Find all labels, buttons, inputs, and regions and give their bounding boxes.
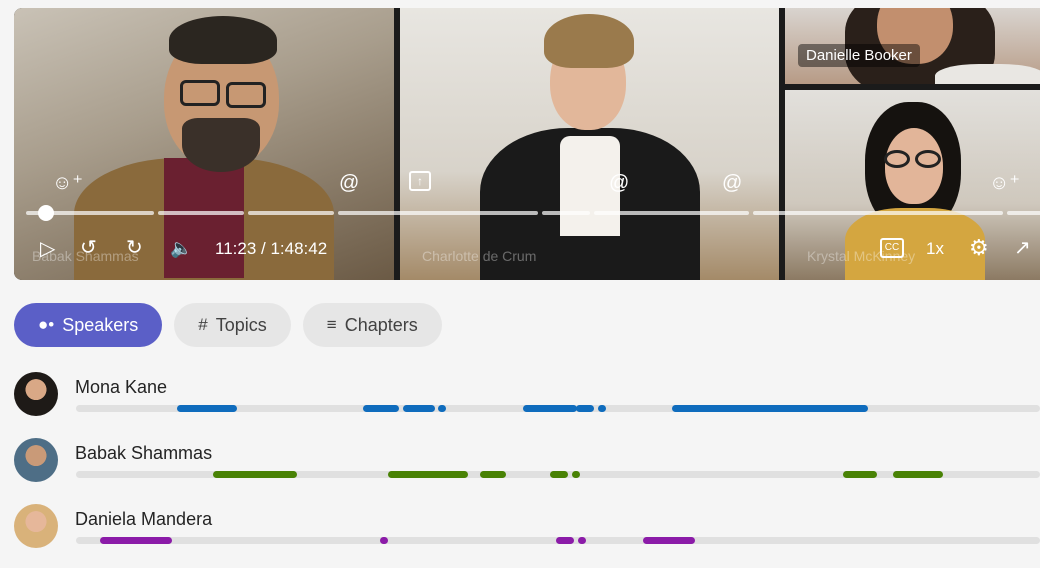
avatar [14, 438, 58, 482]
speaker-timeline[interactable] [76, 405, 1040, 412]
fullscreen-icon[interactable]: ↗ [1014, 238, 1031, 258]
play-icon[interactable]: ▷ [40, 239, 55, 259]
list-icon: ≡ [326, 315, 337, 334]
speaker-name: Mona Kane [75, 377, 168, 397]
playback-time: 11:23 / 1:48:42 [215, 239, 328, 258]
tab-label: Speakers [62, 314, 139, 335]
participant-name-label: Danielle Booker [798, 44, 920, 67]
playback-speed[interactable]: 1x [926, 240, 944, 257]
people-icon: ●• [38, 315, 55, 334]
mention-marker-icon[interactable]: @ [722, 173, 742, 193]
mention-marker-icon[interactable]: @ [339, 173, 359, 193]
tab-label: Chapters [344, 314, 418, 335]
captions-icon[interactable]: CC [880, 238, 904, 258]
tab-topics[interactable]: # Topics [174, 303, 291, 347]
speaker-row-babak[interactable]: Babak Shammas [14, 436, 1040, 502]
player-controls: ▷ ↺ ↻ 🔈 11:23 / 1:48:42 CC 1x ⚙ ↗ [14, 234, 1040, 264]
settings-icon[interactable]: ⚙ [969, 237, 989, 259]
add-person-icon[interactable]: ☺⁺ [989, 173, 1020, 193]
speaker-row-daniela[interactable]: Daniela Mandera [14, 502, 1040, 568]
video-tile-danielle: Danielle Booker [785, 8, 1040, 84]
rewind-10-icon[interactable]: ↺ [80, 238, 97, 258]
share-screen-marker-icon[interactable]: ↑ [409, 171, 431, 191]
speaker-list: Mona Kane Babak Shammas Daniela Mandera [14, 370, 1040, 568]
volume-icon[interactable]: 🔈 [170, 239, 192, 257]
hash-icon: # [198, 315, 208, 334]
avatar [14, 504, 58, 548]
speaker-name: Daniela Mandera [75, 509, 213, 529]
tab-chapters[interactable]: ≡ Chapters [302, 303, 442, 347]
tab-speakers[interactable]: ●• Speakers [14, 303, 163, 347]
mention-marker-icon[interactable]: @ [609, 173, 629, 193]
avatar [14, 372, 58, 416]
progress-bar[interactable] [26, 211, 1040, 215]
tab-label: Topics [215, 314, 267, 335]
speaker-name: Babak Shammas [75, 443, 213, 463]
video-player[interactable]: Babak Shammas Charlotte de Crum Danielle… [14, 8, 1040, 280]
add-person-icon[interactable]: ☺⁺ [52, 173, 83, 193]
view-tabs: ●• Speakers # Topics ≡ Chapters [14, 303, 442, 347]
progress-knob[interactable] [38, 205, 54, 221]
speaker-timeline[interactable] [76, 471, 1040, 478]
speaker-timeline[interactable] [76, 537, 1040, 544]
forward-10-icon[interactable]: ↻ [126, 238, 143, 258]
speaker-row-mona[interactable]: Mona Kane [14, 370, 1040, 436]
